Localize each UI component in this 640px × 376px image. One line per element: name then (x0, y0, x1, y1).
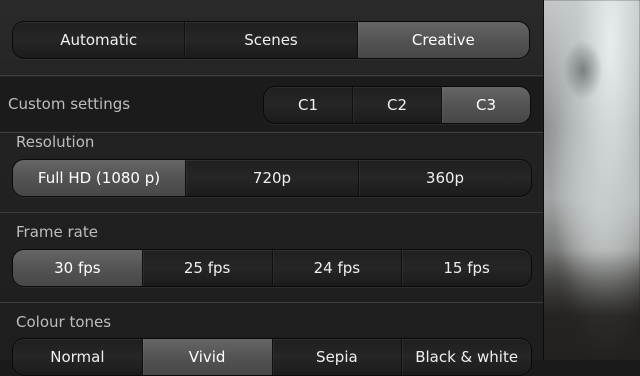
resolution-label: Resolution (16, 133, 95, 151)
resolution-720p-button[interactable]: 720p (185, 160, 358, 196)
frame-rate-24fps-button[interactable]: 24 fps (271, 250, 402, 286)
resolution-1080p-button[interactable]: Full HD (1080 p) (13, 160, 185, 196)
mode-creative-button[interactable]: Creative (356, 22, 529, 58)
frame-rate-selector: 30 fps 25 fps 24 fps 15 fps (12, 249, 532, 287)
custom-settings-selector: C1 C2 C3 (263, 86, 531, 124)
custom-c3-button[interactable]: C3 (441, 87, 530, 123)
camera-settings-panel: Automatic Scenes Creative Custom setting… (0, 0, 544, 376)
mode-automatic-button[interactable]: Automatic (13, 22, 184, 58)
divider (0, 75, 543, 76)
mode-scenes-button[interactable]: Scenes (184, 22, 356, 58)
colour-tone-normal-button[interactable]: Normal (13, 339, 142, 375)
frame-rate-15fps-button[interactable]: 15 fps (401, 250, 531, 286)
custom-settings-label: Custom settings (8, 95, 131, 113)
custom-c2-button[interactable]: C2 (352, 87, 441, 123)
custom-c1-button[interactable]: C1 (264, 87, 352, 123)
resolution-selector: Full HD (1080 p) 720p 360p (12, 159, 532, 197)
camera-viewfinder-preview (543, 0, 640, 360)
colour-tone-vivid-button[interactable]: Vivid (141, 339, 272, 375)
mode-selector: Automatic Scenes Creative (12, 21, 530, 59)
colour-tones-selector: Normal Vivid Sepia Black & white (12, 338, 532, 376)
resolution-360p-button[interactable]: 360p (358, 160, 531, 196)
divider (0, 212, 543, 213)
colour-tone-black-white-button[interactable]: Black & white (401, 339, 531, 375)
colour-tones-label: Colour tones (16, 313, 112, 331)
frame-rate-label: Frame rate (16, 223, 98, 241)
frame-rate-25fps-button[interactable]: 25 fps (141, 250, 272, 286)
frame-rate-30fps-button[interactable]: 30 fps (13, 250, 142, 286)
colour-tone-sepia-button[interactable]: Sepia (271, 339, 402, 375)
divider (0, 302, 543, 303)
